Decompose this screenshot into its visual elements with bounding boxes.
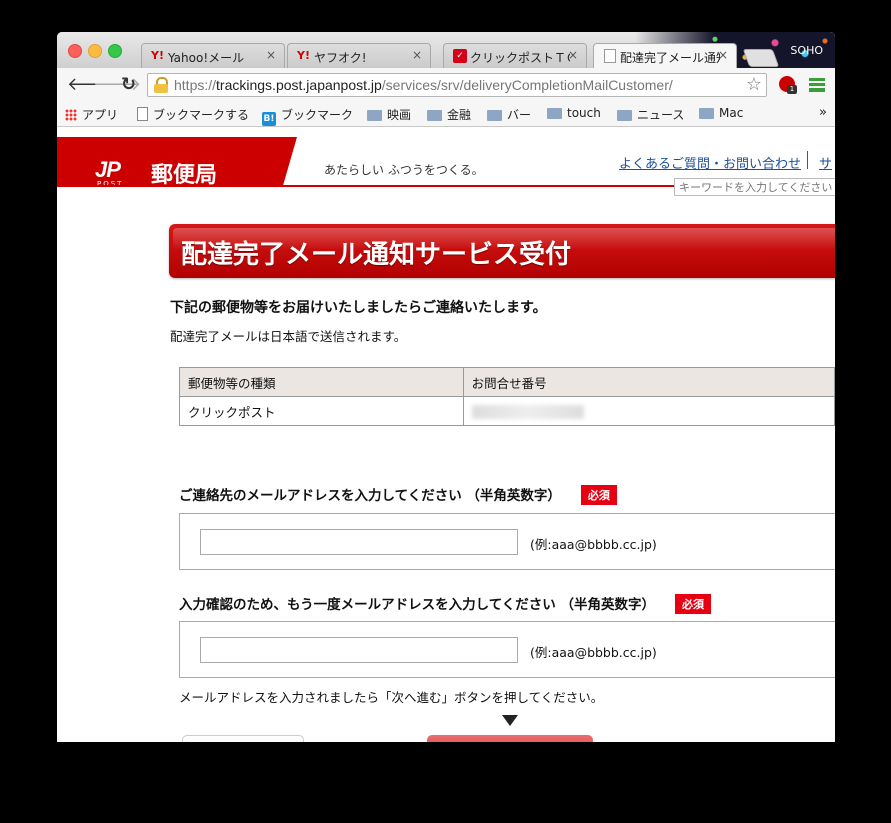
required-badge: 必須: [580, 485, 617, 505]
url-text: https://trackings.post.japanpost.jp/serv…: [174, 77, 673, 93]
tab-label: クリックポストＴＯ: [470, 51, 570, 65]
bookmarks-bar: アプリ ブックマークする B! ブックマーク 映画 金融 バー touch ニュー…: [57, 102, 835, 127]
table-header-row: 郵便物等の種類 お問合せ番号: [179, 367, 835, 397]
zoom-window-button[interactable]: [108, 44, 122, 58]
bookmark-folder-bar[interactable]: バー: [487, 106, 531, 123]
email-field-label: ご連絡先のメールアドレスを入力してください （半角英数字） 必須: [179, 484, 617, 505]
extension-icon[interactable]: 1: [779, 76, 797, 94]
tab-label: 配達完了メール通知: [620, 51, 720, 65]
required-badge: 必須: [674, 594, 711, 614]
masked-tracking-number: [471, 404, 584, 419]
bookmark-add[interactable]: ブックマークする: [137, 106, 249, 123]
page-icon: [137, 107, 148, 121]
page-title: 配達完了メール通知サービス受付: [181, 240, 572, 270]
bookmark-folder-finance[interactable]: 金融: [427, 106, 471, 123]
yahoo-icon: Y!: [297, 49, 310, 62]
bookmark-folder-movies[interactable]: 映画: [367, 106, 411, 123]
extension-badge: 1: [787, 85, 797, 94]
bookmarks-more-button[interactable]: »: [819, 105, 827, 120]
folder-icon: [487, 110, 502, 121]
email-confirm-field-label: 入力確認のため、もう一度メールアドレスを入力してください （半角英数字） 必須: [179, 593, 711, 614]
page-title-banner: 配達完了メール通知サービス受付: [169, 224, 835, 278]
page-icon: [604, 49, 616, 63]
tab-label: Yahoo!メール: [168, 51, 245, 65]
tab-yahoo-mail[interactable]: Y! Yahoo!メール ×: [141, 43, 285, 68]
browser-toolbar: 🡐 🡒 ↻ https://trackings.post.japanpost.j…: [57, 68, 835, 102]
folder-icon: [427, 110, 442, 121]
sitemap-link[interactable]: サ: [819, 153, 832, 172]
mail-info-table: 郵便物等の種類 お問合せ番号 クリックポスト: [179, 367, 835, 426]
new-tab-button[interactable]: [742, 49, 780, 67]
menu-icon[interactable]: [809, 78, 825, 92]
yahoo-icon: Y!: [151, 49, 164, 62]
table-row: クリックポスト: [179, 396, 835, 426]
tracking-number-cell: [462, 396, 835, 426]
email-example-hint: (例:aaa@bbbb.cc.jp): [530, 645, 657, 660]
bookmark-folder-mac[interactable]: Mac: [699, 106, 743, 120]
folder-icon: [617, 110, 632, 121]
site-header: JP POST 郵便局 あたらしい ふつうをつくる。 よくあるご質問・お問い合わ…: [57, 127, 835, 196]
column-header-type: 郵便物等の種類: [179, 367, 464, 397]
hatena-icon: B!: [262, 112, 276, 126]
tagline: あたらしい ふつうをつくる。: [324, 163, 484, 177]
language-note: 配達完了メールは日本語で送信されます。: [170, 329, 407, 344]
folder-icon: [699, 108, 714, 119]
reload-icon[interactable]: ↻: [121, 74, 136, 95]
tab-close-icon[interactable]: ×: [266, 48, 276, 62]
email-input[interactable]: [200, 529, 518, 555]
tab-strip: Y! Yahoo!メール × Y! ヤフオク! × ✓ クリックポストＴＯ × …: [57, 32, 835, 69]
email-example-hint: (例:aaa@bbbb.cc.jp): [530, 537, 657, 552]
tab-close-icon[interactable]: ×: [412, 48, 422, 62]
lock-icon: [154, 77, 168, 93]
site-search-input[interactable]: [674, 178, 835, 196]
close-window-button[interactable]: [68, 44, 82, 58]
bookmark-hatena[interactable]: B! ブックマーク: [262, 106, 353, 126]
bookmark-apps[interactable]: アプリ: [65, 106, 118, 123]
link-divider: [807, 151, 808, 169]
next-button[interactable]: [427, 735, 593, 742]
email-confirm-input[interactable]: [200, 637, 518, 663]
clickpost-icon: ✓: [453, 49, 467, 63]
email-confirm-field-box: (例:aaa@bbbb.cc.jp): [179, 621, 835, 678]
minimize-window-button[interactable]: [88, 44, 102, 58]
tab-close-icon[interactable]: ×: [718, 48, 728, 62]
browser-window: Y! Yahoo!メール × Y! ヤフオク! × ✓ クリックポストＴＯ × …: [57, 32, 835, 742]
bookmark-folder-touch[interactable]: touch: [547, 106, 601, 120]
address-bar[interactable]: https://trackings.post.japanpost.jp/serv…: [147, 73, 767, 97]
tab-yahoo-auction[interactable]: Y! ヤフオク! ×: [287, 43, 431, 68]
bookmark-star-icon[interactable]: ☆: [746, 74, 762, 95]
lead-text: 下記の郵便物等をお届けいたしましたらご連絡いたします。: [170, 300, 547, 316]
mail-type-cell: クリックポスト: [179, 396, 464, 426]
next-instruction: メールアドレスを入力されましたら「次へ進む」ボタンを押してください。: [179, 690, 604, 705]
faq-link[interactable]: よくあるご質問・お問い合わせ: [619, 153, 801, 172]
column-header-tracking-number: お問合せ番号: [462, 367, 835, 397]
email-field-box: (例:aaa@bbbb.cc.jp): [179, 513, 835, 570]
back-button[interactable]: [182, 735, 304, 742]
tab-delivery-mail[interactable]: 配達完了メール通知 ×: [593, 43, 737, 69]
profile-name[interactable]: SOHO: [790, 44, 823, 57]
down-arrow-icon: [502, 715, 518, 726]
apps-icon: [65, 109, 77, 121]
folder-icon: [547, 108, 562, 119]
tab-label: ヤフオク!: [314, 51, 367, 65]
japanpost-logo[interactable]: JP POST 郵便局: [57, 137, 297, 187]
web-page: JP POST 郵便局 あたらしい ふつうをつくる。 よくあるご質問・お問い合わ…: [57, 127, 835, 742]
folder-icon: [367, 110, 382, 121]
bookmark-folder-news[interactable]: ニュース: [617, 106, 684, 123]
tab-close-icon[interactable]: ×: [568, 48, 578, 62]
tab-clickpost[interactable]: ✓ クリックポストＴＯ ×: [443, 43, 587, 68]
